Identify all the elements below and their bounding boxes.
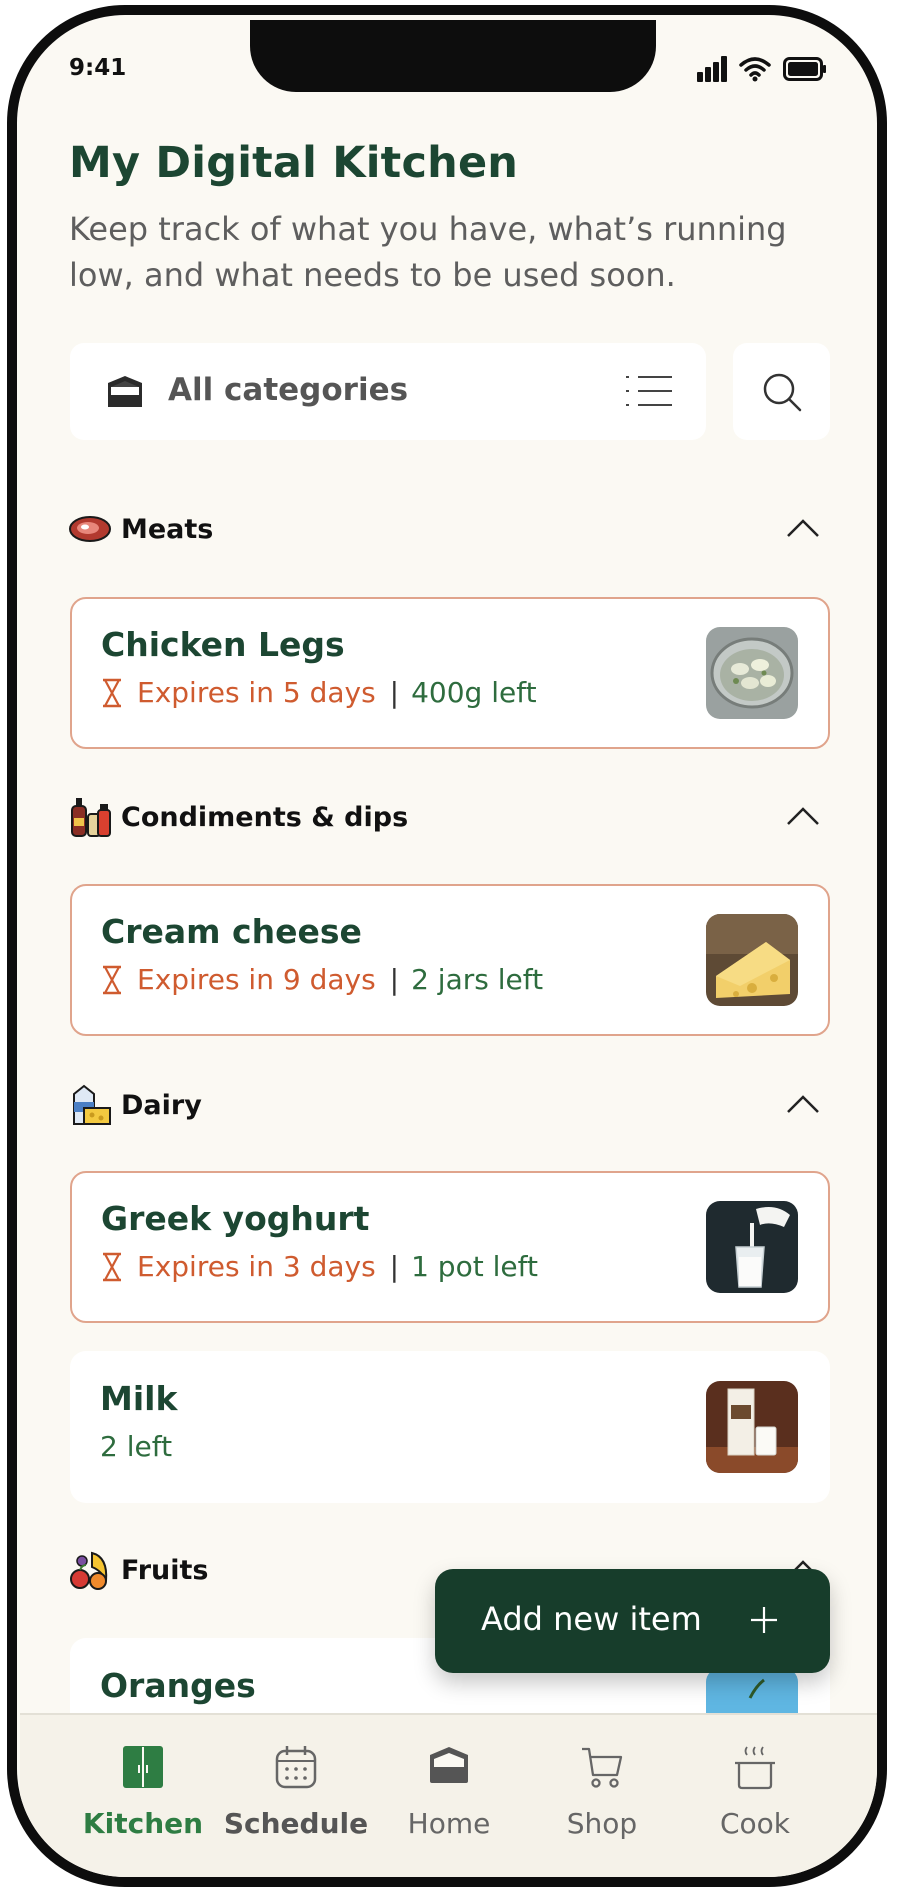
list-filter-icon[interactable]	[626, 374, 672, 408]
nav-label: Schedule	[223, 1807, 369, 1840]
category-filter-dropdown[interactable]: All categories	[70, 343, 706, 440]
item-meta: 2 left	[100, 1430, 172, 1463]
meta-separator: |	[389, 676, 400, 709]
category-filter-label: All categories	[168, 372, 409, 408]
home-box-icon	[430, 1747, 468, 1783]
hourglass-icon	[103, 678, 121, 707]
status-time: 9:41	[69, 55, 127, 81]
expiry-text: Expires in 9 days	[137, 963, 376, 996]
page-title: My Digital Kitchen	[69, 138, 519, 188]
search-button[interactable]	[733, 343, 830, 440]
item-name: Chicken Legs	[101, 625, 345, 664]
section-header-condiments[interactable]: Condiments & dips	[68, 796, 830, 840]
item-card-chicken-legs[interactable]: Chicken Legs Expires in 5 days | 400g le…	[70, 597, 830, 749]
chicken-legs-image	[706, 627, 798, 719]
item-name: Cream cheese	[101, 912, 362, 951]
milk-pour-image	[706, 1201, 798, 1293]
plus-icon	[751, 1607, 777, 1633]
cheese-image	[706, 914, 798, 1006]
section-header-dairy[interactable]: Dairy	[68, 1084, 830, 1128]
chevron-up-icon[interactable]	[786, 518, 820, 538]
item-name: Greek yoghurt	[101, 1199, 370, 1238]
item-name: Milk	[100, 1379, 178, 1418]
fruits-icon	[70, 1551, 108, 1590]
cart-icon	[582, 1747, 623, 1788]
signal-icon	[697, 56, 727, 82]
item-card-cream-cheese[interactable]: Cream cheese Expires in 9 days | 2 jars …	[70, 884, 830, 1036]
dairy-icon	[73, 1084, 111, 1125]
section-header-meats[interactable]: Meats	[68, 508, 830, 552]
device-notch	[250, 20, 656, 92]
hourglass-icon	[103, 1252, 121, 1281]
steak-icon	[69, 516, 111, 542]
section-label: Condiments & dips	[121, 802, 409, 833]
calendar-icon	[275, 1746, 317, 1789]
item-name: Oranges	[100, 1666, 256, 1705]
chevron-up-icon[interactable]	[786, 1094, 820, 1114]
meta-separator: |	[389, 1250, 400, 1283]
milk-carton-image	[706, 1381, 798, 1473]
nav-item-shop[interactable]: Shop	[526, 1715, 678, 1865]
nav-label: Home	[407, 1807, 491, 1840]
chevron-up-icon[interactable]	[786, 806, 820, 826]
quantity-text: 1 pot left	[411, 1250, 538, 1283]
phone-frame: 9:41 My Digital Kitchen Keep track of wh…	[7, 5, 887, 1887]
item-meta: Expires in 5 days | 400g left	[101, 676, 537, 709]
meta-separator: |	[389, 963, 400, 996]
quantity-text: 2 jars left	[411, 963, 544, 996]
nav-label: Kitchen	[82, 1807, 204, 1840]
home-box-icon	[108, 376, 142, 407]
wifi-icon	[739, 57, 771, 82]
fridge-icon	[123, 1746, 163, 1788]
section-label: Fruits	[121, 1555, 209, 1586]
battery-icon	[783, 57, 826, 81]
nav-label: Cook	[719, 1807, 791, 1840]
nav-item-home[interactable]: Home	[373, 1715, 525, 1865]
add-new-item-label: Add new item	[481, 1600, 702, 1638]
pot-icon	[735, 1746, 775, 1790]
item-card-milk[interactable]: Milk 2 left	[70, 1351, 830, 1503]
hourglass-icon	[103, 965, 121, 994]
status-icons	[697, 54, 827, 84]
add-new-item-button[interactable]: Add new item	[435, 1569, 830, 1673]
quantity-text: 2 left	[100, 1430, 173, 1463]
item-meta: Expires in 3 days | 1 pot left	[101, 1250, 538, 1283]
search-icon	[763, 373, 802, 412]
quantity-text: 400g left	[411, 676, 537, 709]
item-meta: Expires in 9 days | 2 jars left	[101, 963, 543, 996]
bottom-navigation: Kitchen Schedule Home Shop Cook	[20, 1713, 877, 1877]
expiry-text: Expires in 5 days	[137, 676, 376, 709]
section-label: Meats	[121, 514, 214, 545]
condiments-icon	[71, 798, 111, 837]
nav-label: Shop	[566, 1807, 638, 1840]
page-subtitle: Keep track of what you have, what’s runn…	[69, 210, 787, 294]
nav-item-schedule[interactable]: Schedule	[220, 1715, 372, 1865]
nav-item-kitchen[interactable]: Kitchen	[67, 1715, 219, 1865]
expiry-text: Expires in 3 days	[137, 1250, 376, 1283]
item-card-greek-yoghurt[interactable]: Greek yoghurt Expires in 3 days | 1 pot …	[70, 1171, 830, 1323]
nav-item-cook[interactable]: Cook	[679, 1715, 831, 1865]
section-label: Dairy	[121, 1090, 202, 1121]
